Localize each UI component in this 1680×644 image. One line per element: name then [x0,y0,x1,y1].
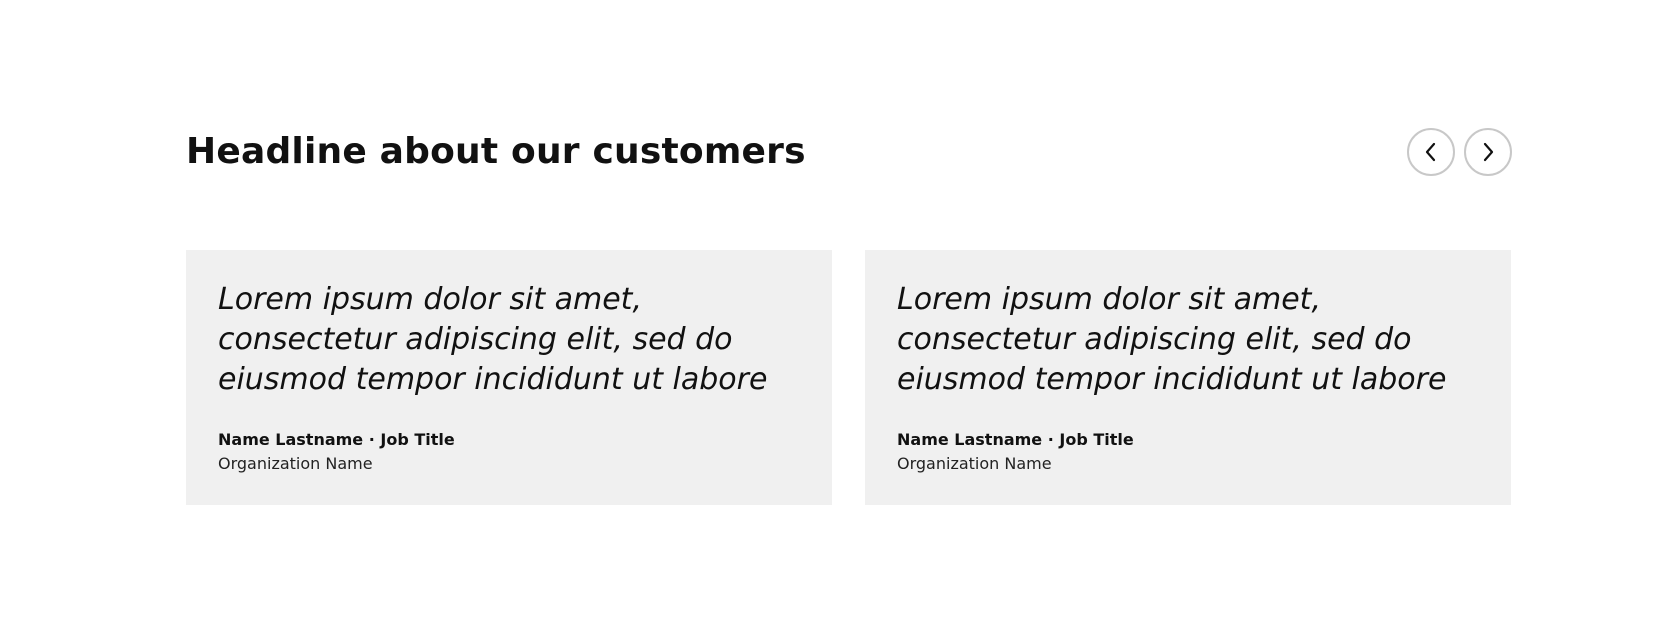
testimonial-organization: Organization Name [897,454,1052,473]
testimonial-card: Lorem ipsum dolor sit amet, consectetur … [865,250,1511,505]
testimonial-quote: Lorem ipsum dolor sit amet, consectetur … [218,282,768,397]
testimonial-quote: Lorem ipsum dolor sit amet, consectetur … [897,282,1447,397]
testimonial-author: Name Lastname · Job Title [897,430,1134,449]
testimonial-organization: Organization Name [218,454,373,473]
chevron-left-icon [1425,142,1436,162]
next-button[interactable] [1464,128,1512,176]
previous-button[interactable] [1407,128,1455,176]
testimonial-author: Name Lastname · Job Title [218,430,455,449]
testimonial-list: Lorem ipsum dolor sit amet, consectetur … [186,250,1512,505]
carousel-nav [1407,128,1512,176]
testimonials-section: Headline about our customers Lorem ipsum… [0,0,1680,644]
section-headline: Headline about our customers [186,131,806,172]
testimonial-card: Lorem ipsum dolor sit amet, consectetur … [186,250,832,505]
chevron-right-icon [1483,142,1494,162]
section-header: Headline about our customers [186,128,1512,180]
